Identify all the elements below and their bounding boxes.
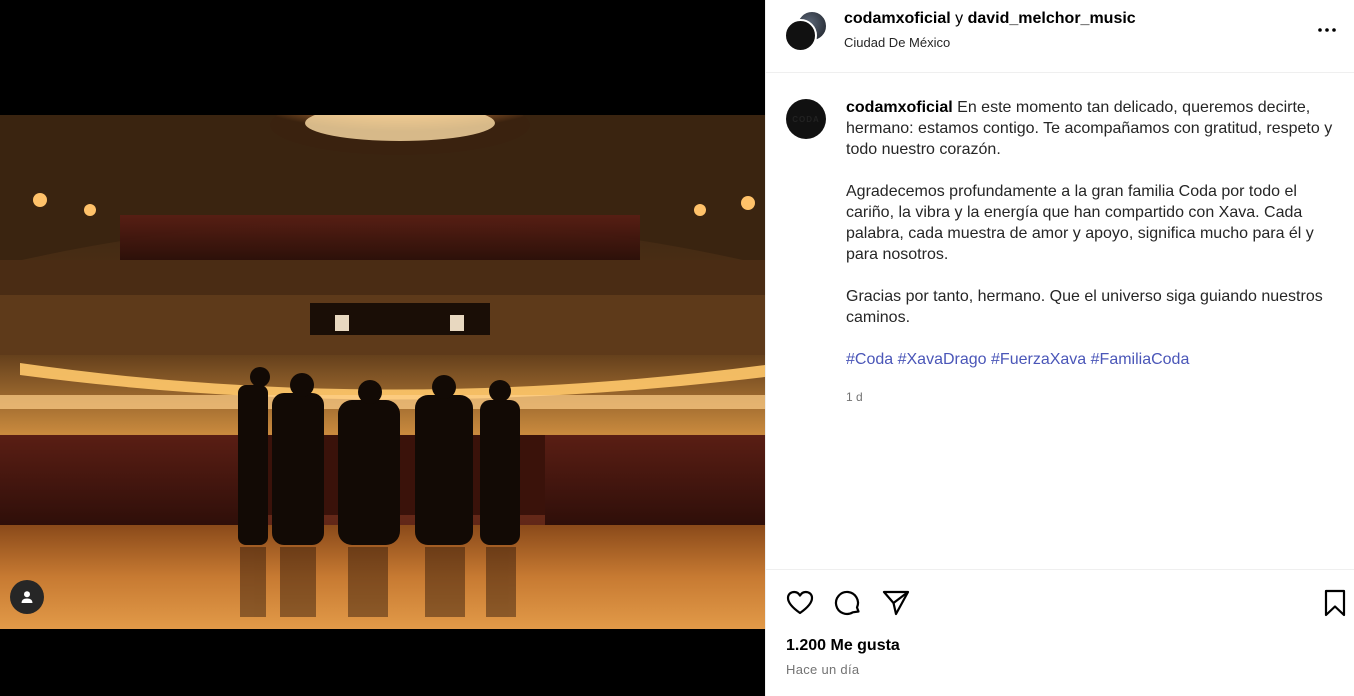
post-timestamp[interactable]: Hace un día [786,662,859,677]
username-link[interactable]: david_melchor_music [968,10,1136,27]
more-options-icon[interactable] [1315,18,1339,42]
username-link[interactable]: codamxoficial [844,10,951,27]
hashtag-link[interactable]: #FamiliaCoda [1091,351,1190,368]
like-count[interactable]: 1.200 Me gusta [786,637,900,655]
caption-age: 1 d [846,390,863,404]
post-photo [0,115,765,629]
collab-usernames: codamxoficial y david_melchor_music [844,10,1136,28]
hashtag-link[interactable]: #Coda [846,351,893,368]
collab-avatars[interactable] [784,10,828,52]
username-separator: y [955,10,964,27]
avatar[interactable] [784,19,817,52]
caption-paragraph: Agradecemos profundamente a la gran fami… [846,183,1314,263]
post-caption: codamxoficial En este momento tan delica… [846,97,1346,391]
avatar-logo-text: CODA [792,114,820,124]
hashtag-link[interactable]: #XavaDrago [898,351,987,368]
caption-username[interactable]: codamxoficial [846,99,953,116]
comment-icon[interactable] [833,588,863,618]
bookmark-icon[interactable] [1320,588,1350,618]
post-header: codamxoficial y david_melchor_music Ciud… [766,0,1354,73]
hashtag-list: #Coda #XavaDrago #FuerzaXava #FamiliaCod… [846,349,1346,370]
send-icon[interactable] [881,588,911,618]
user-tag-icon [21,591,33,603]
tagged-users-button[interactable] [10,580,44,614]
post-actions: 1.200 Me gusta Hace un día [766,569,1354,696]
caption-area: CODA codamxoficial En este momento tan d… [766,73,1354,569]
post-media[interactable] [0,0,765,696]
caption-paragraph: Gracias por tanto, hermano. Que el unive… [846,288,1323,326]
heart-icon[interactable] [785,588,815,618]
avatar[interactable]: CODA [786,99,826,139]
hashtag-link[interactable]: #FuerzaXava [991,351,1086,368]
post-side-panel: codamxoficial y david_melchor_music Ciud… [765,0,1354,696]
location-link[interactable]: Ciudad De México [844,35,950,50]
